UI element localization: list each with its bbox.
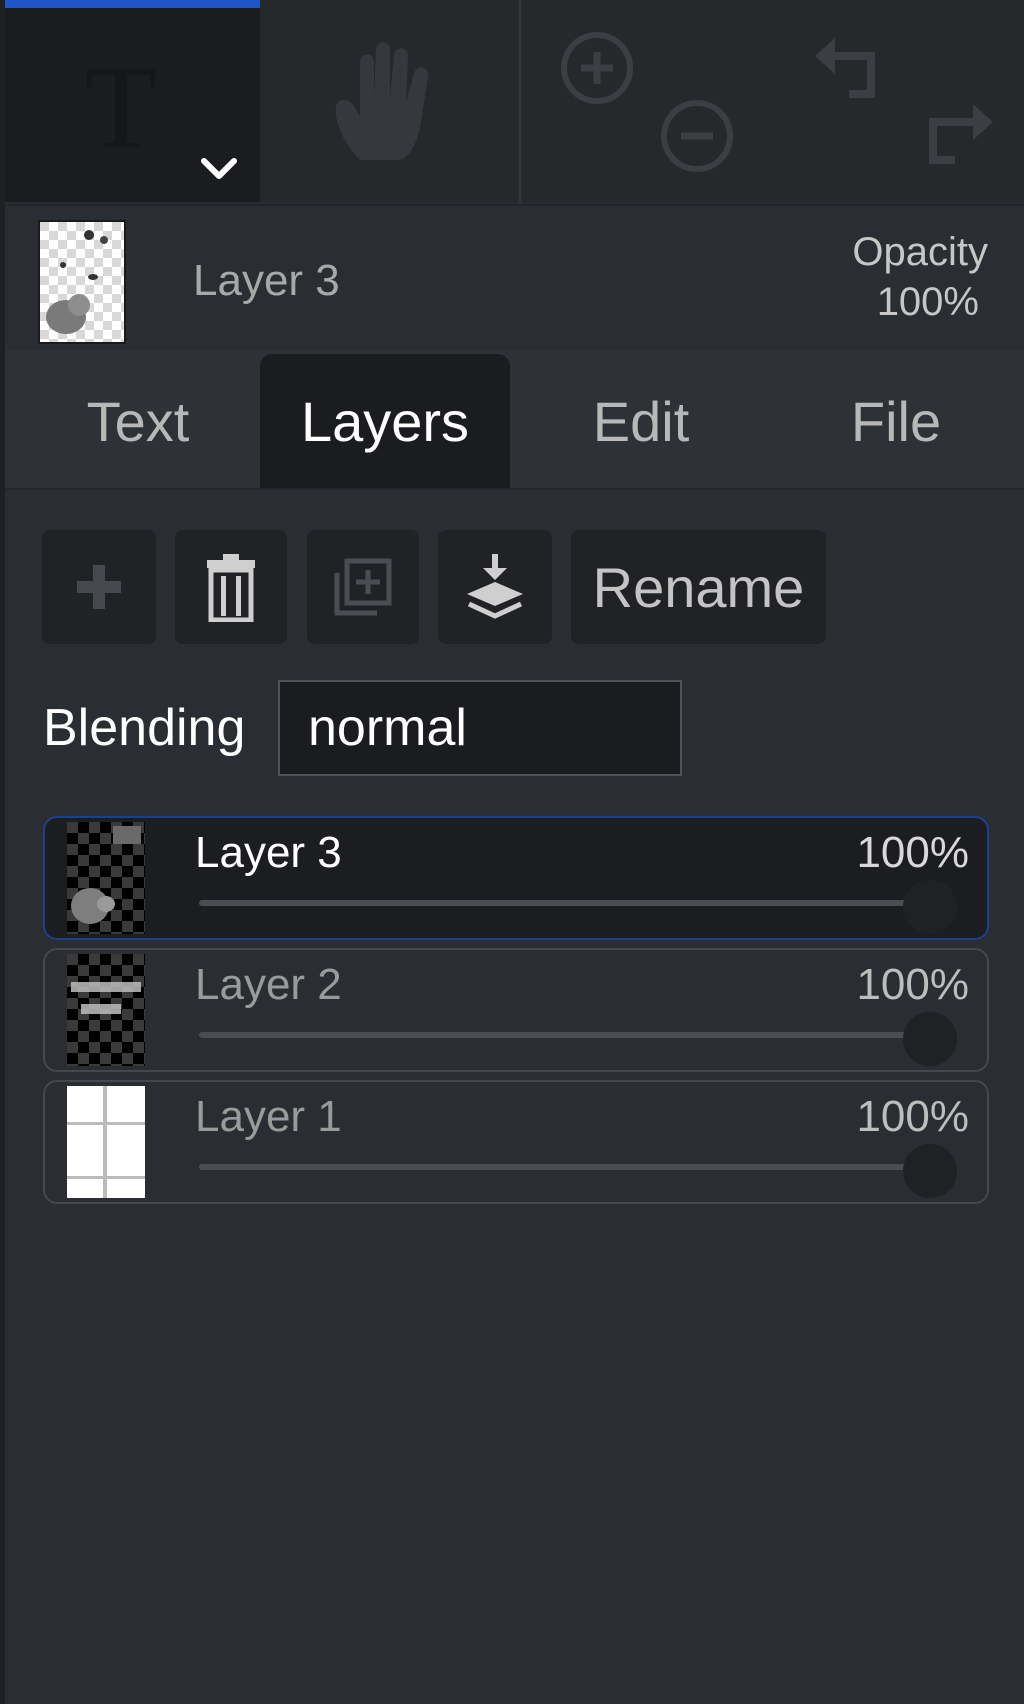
opacity-label: Opacity (852, 230, 988, 274)
duplicate-icon (334, 558, 392, 616)
undo-icon[interactable] (811, 28, 891, 108)
redo-icon[interactable] (917, 94, 997, 174)
plus-icon (77, 565, 121, 609)
opacity-slider-track[interactable] (199, 1032, 917, 1038)
layer-name: Layer 1 (195, 1092, 342, 1141)
current-layer-header: Layer 3 Opacity 100% (5, 206, 1024, 346)
layer-thumbnail (67, 1086, 145, 1198)
layer-opacity: 100% (856, 828, 969, 877)
opacity-value: 100% (876, 280, 979, 324)
opacity-slider-track[interactable] (199, 900, 917, 906)
layer-opacity: 100% (856, 1092, 969, 1141)
hand-icon (335, 42, 429, 160)
tab-layers[interactable]: Layers (260, 354, 510, 488)
hand-tool-button[interactable] (260, 0, 521, 202)
layer-row[interactable]: Layer 2 100% (43, 948, 989, 1072)
current-layer-thumbnail (38, 220, 126, 344)
delete-layer-button[interactable] (175, 530, 287, 644)
chevron-down-icon[interactable] (200, 156, 238, 182)
text-tool-glyph: T (85, 41, 158, 172)
duplicate-layer-button[interactable] (307, 530, 419, 644)
layer-row[interactable]: Layer 3 100% (43, 816, 989, 940)
merge-down-icon (467, 554, 523, 619)
tab-file[interactable]: File (771, 354, 1021, 488)
layer-thumbnail (67, 822, 145, 934)
panel-tabs: Text Layers Edit File (5, 350, 1024, 490)
layer-name: Layer 2 (195, 960, 342, 1009)
merge-down-button[interactable] (438, 530, 552, 644)
zoom-in-icon[interactable] (557, 28, 637, 108)
blending-mode-field[interactable] (278, 680, 682, 776)
layer-thumbnail (67, 954, 145, 1066)
opacity-slider-knob[interactable] (903, 1144, 957, 1198)
layer-name: Layer 3 (195, 828, 342, 877)
layer-opacity: 100% (856, 960, 969, 1009)
opacity-slider-track[interactable] (199, 1164, 917, 1170)
current-layer-name: Layer 3 (193, 256, 340, 305)
opacity-slider-knob[interactable] (903, 880, 957, 934)
opacity-slider-knob[interactable] (903, 1012, 957, 1066)
add-layer-button[interactable] (42, 530, 156, 644)
rename-layer-button[interactable]: Rename (571, 530, 826, 644)
view-history-tools (521, 0, 1024, 202)
trash-icon (207, 554, 255, 622)
top-toolbar: T (5, 0, 1024, 206)
layers-panel: Rename Blending Layer 3 100% Layer 2 100… (5, 490, 1024, 1704)
zoom-out-icon[interactable] (657, 96, 737, 176)
text-tool-button[interactable]: T (5, 0, 260, 202)
tab-text[interactable]: Text (13, 354, 263, 488)
blending-label: Blending (43, 699, 246, 757)
tab-edit[interactable]: Edit (516, 354, 766, 488)
layer-row[interactable]: Layer 1 100% (43, 1080, 989, 1204)
